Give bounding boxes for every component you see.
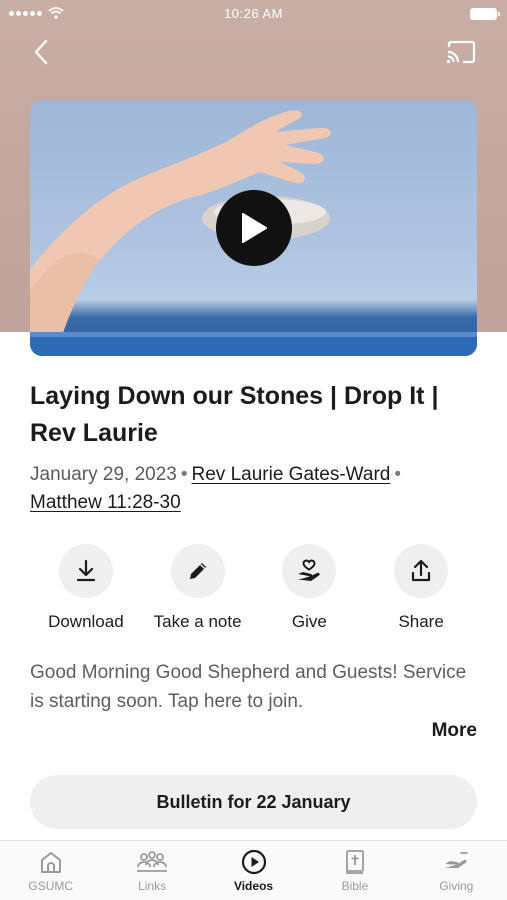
sermon-date: January 29, 2023: [30, 464, 177, 485]
bulletin-button[interactable]: Bulletin for 22 January: [30, 775, 477, 829]
tab-bar: GSUMC Links Videos Bible Giving: [0, 840, 507, 900]
take-note-label: Take a note: [153, 612, 242, 631]
battery-icon: [470, 8, 500, 20]
tab-gsumc-label: GSUMC: [28, 879, 74, 893]
bible-icon: [346, 850, 364, 874]
status-time: 10:26 AM: [224, 6, 283, 21]
sermon-description[interactable]: Good Morning Good Shepherd and Guests! S…: [30, 658, 470, 716]
tab-giving[interactable]: Giving: [406, 841, 507, 900]
play-button[interactable]: [216, 190, 292, 266]
sermon-title: Laying Down our Stones | Drop It | Rev L…: [30, 382, 439, 447]
tab-videos-label: Videos: [233, 879, 274, 893]
status-bar: 10:26 AM: [0, 0, 507, 28]
cast-button[interactable]: [445, 38, 477, 66]
pencil-icon: [189, 563, 206, 579]
action-row: Download Take a note Give Share: [30, 544, 477, 632]
scripture-link[interactable]: Matthew 11:28-30: [30, 492, 181, 513]
download-icon: [76, 559, 95, 582]
take-note-circle[interactable]: [170, 544, 225, 598]
speaker-link[interactable]: Rev Laurie Gates-Ward: [192, 464, 391, 485]
meta-separator: •: [394, 464, 402, 485]
tab-links[interactable]: Links: [101, 841, 202, 900]
download-button[interactable]: Download: [30, 544, 142, 632]
tab-giving-label: Giving: [439, 879, 474, 893]
tab-links-label: Links: [138, 879, 167, 893]
play-icon: [242, 213, 267, 243]
video-player[interactable]: [30, 100, 477, 356]
play-circle-icon: [241, 849, 266, 875]
share-icon: [412, 559, 431, 582]
download-label: Download: [48, 612, 124, 631]
cast-icon: [446, 40, 476, 64]
share-button[interactable]: Share: [365, 544, 477, 632]
tab-bible[interactable]: Bible: [304, 841, 405, 900]
give-circle[interactable]: [282, 544, 337, 598]
tab-gsumc[interactable]: GSUMC: [0, 841, 101, 900]
download-circle[interactable]: [58, 544, 113, 598]
sermon-meta: January 29, 2023 • Rev Laurie Gates-Ward • …: [30, 461, 480, 517]
meta-separator: •: [180, 464, 188, 485]
give-label: Give: [291, 612, 327, 631]
tab-bible-label: Bible: [341, 879, 369, 893]
giving-icon: [445, 852, 469, 868]
more-button[interactable]: More: [432, 720, 477, 742]
take-note-button[interactable]: Take a note: [142, 544, 254, 632]
tab-videos[interactable]: Videos: [203, 841, 304, 900]
chevron-left-icon: [34, 39, 48, 65]
people-icon: [137, 851, 168, 872]
church-icon: [40, 852, 61, 873]
giving-hand-icon: [298, 559, 320, 581]
share-circle[interactable]: [394, 544, 449, 598]
share-label: Share: [398, 612, 444, 631]
give-button[interactable]: Give: [254, 544, 366, 632]
back-button[interactable]: [26, 36, 56, 68]
